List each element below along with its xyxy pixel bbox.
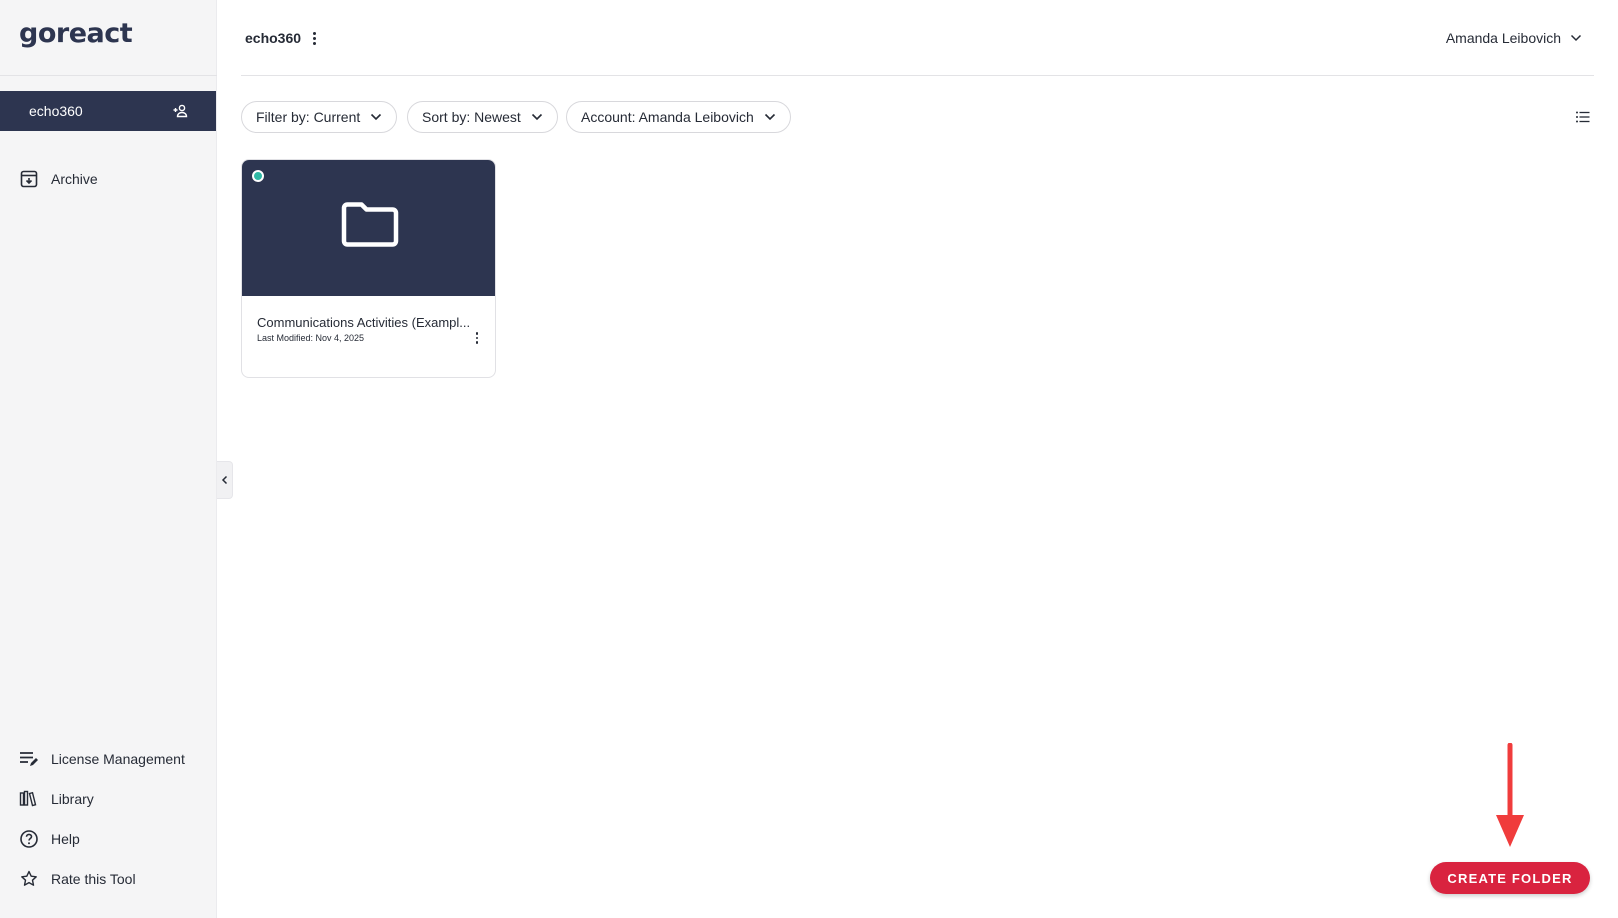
sidebar-item-license-management[interactable]: License Management [19,749,185,769]
help-icon [20,830,38,848]
chevron-down-icon [764,113,775,121]
filter-by-label: Filter by: Current [256,109,361,125]
logo-text: goreact [19,18,133,49]
folder-card[interactable]: Communications Activities (Exampl... Las… [241,159,496,378]
sort-by-dropdown[interactable]: Sort by: Newest [407,101,558,133]
chevron-left-icon [221,475,227,485]
page-title: echo360 [245,30,317,46]
folder-options-icon[interactable] [475,332,478,344]
sidebar-item-rate-this-tool[interactable]: Rate this Tool [19,869,136,889]
folder-icon [341,202,399,247]
user-name: Amanda Leibovich [1445,30,1561,46]
sidebar-item-label: Rate this Tool [51,871,136,887]
create-folder-button[interactable]: CREATE FOLDER [1430,862,1590,894]
sidebar-item-label: License Management [51,751,185,767]
sidebar-group-echo360[interactable]: echo360 [0,91,216,131]
folder-thumbnail[interactable] [242,160,495,296]
add-user-icon[interactable] [172,103,188,119]
more-options-icon[interactable] [313,31,317,45]
user-menu[interactable]: Amanda Leibovich [1446,30,1582,46]
sidebar-item-help[interactable]: Help [19,829,80,849]
sidebar-item-label: Archive [51,171,98,187]
library-icon [19,790,37,807]
goreact-logo[interactable]: goreact [19,18,133,49]
sort-by-label: Sort by: Newest [422,109,521,125]
list-view-icon[interactable] [1575,109,1591,125]
chevron-down-icon [371,113,382,121]
annotation-arrow-icon [1496,743,1524,847]
group-name: echo360 [29,103,83,119]
license-icon [20,752,38,766]
sidebar-item-label: Library [51,791,94,807]
folder-title[interactable]: Communications Activities (Exampl... [257,315,482,330]
chevron-down-icon [531,113,542,121]
star-icon [21,870,37,886]
sidebar-divider [0,75,217,76]
folder-last-modified: Last Modified: Nov 4, 2025 [257,333,365,343]
account-label: Account: Amanda Leibovich [581,109,754,125]
chevron-down-icon [1570,34,1582,42]
page-title-text: echo360 [245,30,302,46]
sidebar-item-label: Help [51,831,80,847]
app-root: goreact echo360 Archive License Manageme… [0,0,1618,918]
filter-by-dropdown[interactable]: Filter by: Current [241,101,398,133]
status-indicator [252,170,264,182]
collapse-sidebar-button[interactable] [217,461,233,499]
archive-icon [20,170,38,188]
sidebar-item-archive[interactable]: Archive [19,169,98,189]
account-dropdown[interactable]: Account: Amanda Leibovich [566,101,791,133]
sidebar-item-library[interactable]: Library [19,789,94,809]
header-divider [241,75,1594,76]
sidebar: goreact echo360 Archive License Manageme… [0,0,217,918]
